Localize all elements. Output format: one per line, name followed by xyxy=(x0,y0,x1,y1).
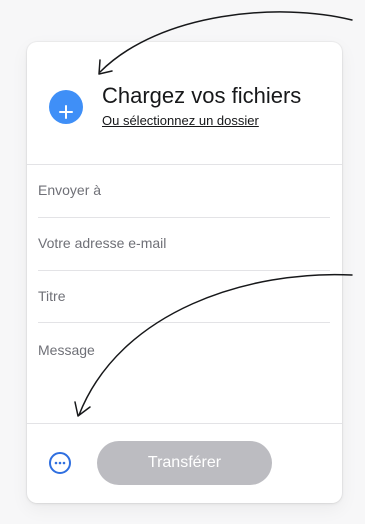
upload-section: Chargez vos fichiers Ou sélectionnez un … xyxy=(27,42,342,165)
stage: Chargez vos fichiers Ou sélectionnez un … xyxy=(0,0,365,524)
title-divider xyxy=(38,322,330,323)
plus-icon xyxy=(59,105,73,119)
email-input[interactable] xyxy=(38,233,330,253)
recipient-divider xyxy=(38,217,330,218)
transfer-card: Chargez vos fichiers Ou sélectionnez un … xyxy=(27,42,342,503)
ellipsis-icon xyxy=(54,461,66,465)
add-files-button[interactable] xyxy=(49,90,83,124)
message-textarea[interactable] xyxy=(38,341,330,401)
email-divider xyxy=(38,270,330,271)
select-folder-link[interactable]: Ou sélectionnez un dossier xyxy=(102,113,259,129)
more-options-button[interactable] xyxy=(49,452,71,474)
title-input[interactable] xyxy=(38,286,330,306)
transfer-button[interactable]: Transférer xyxy=(97,441,272,485)
upload-title[interactable]: Chargez vos fichiers xyxy=(102,82,301,110)
footer-divider xyxy=(27,423,342,424)
recipient-input[interactable] xyxy=(38,180,330,200)
